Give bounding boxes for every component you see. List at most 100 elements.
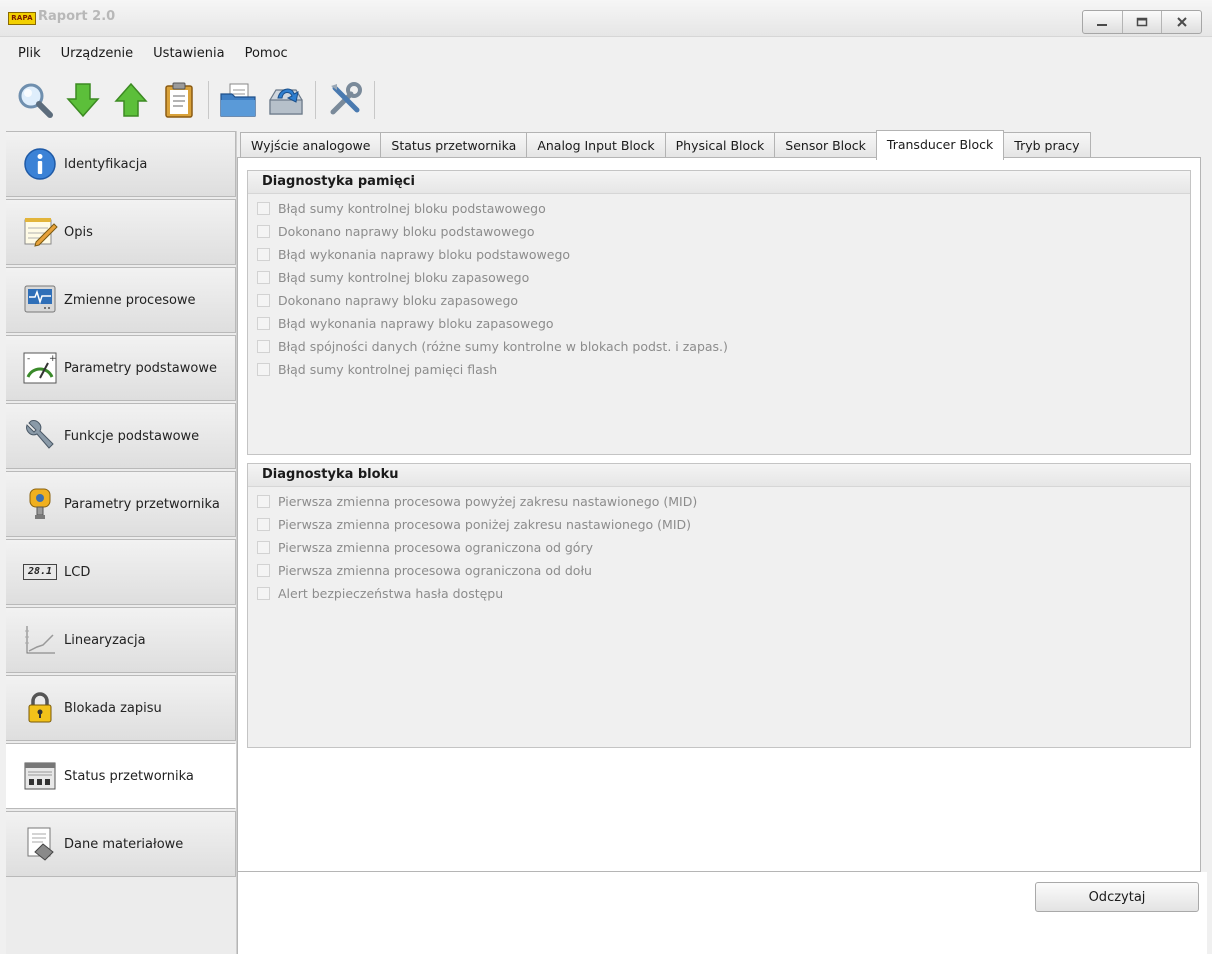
tab-sensor-block[interactable]: Sensor Block: [774, 132, 877, 158]
maximize-button[interactable]: [1123, 11, 1163, 33]
checkbox[interactable]: [257, 541, 270, 554]
sidebar-item-parametry-podstawowe[interactable]: - + Parametry podstawowe: [6, 335, 236, 401]
checkbox[interactable]: [257, 518, 270, 531]
checkbox-label: Alert bezpieczeństwa hasła dostępu: [278, 586, 504, 601]
group-title: Diagnostyka pamięci: [248, 171, 1190, 194]
checkbox-label: Błąd sumy kontrolnej pamięci flash: [278, 362, 498, 377]
memory-diag-item: Błąd wykonania naprawy bloku zapasowego: [248, 312, 1190, 335]
menu-urzadzenie[interactable]: Urządzenie: [61, 46, 134, 61]
title-bar: RAPA Raport 2.0: [0, 0, 1212, 37]
memory-diag-item: Błąd sumy kontrolnej bloku podstawowego: [248, 197, 1190, 220]
checkbox[interactable]: [257, 202, 270, 215]
sidebar-item-status-przetwornika[interactable]: Status przetwornika: [6, 743, 236, 809]
menu-pomoc[interactable]: Pomoc: [245, 46, 288, 61]
save-file-button[interactable]: [265, 79, 307, 121]
block-diag-item: Pierwsza zmienna procesowa ograniczona o…: [248, 559, 1190, 582]
tab-analog-input-block[interactable]: Analog Input Block: [526, 132, 666, 158]
checkbox-label: Błąd wykonania naprawy bloku podstawoweg…: [278, 247, 571, 262]
checkbox-label: Błąd sumy kontrolnej bloku podstawowego: [278, 201, 546, 216]
magnifier-icon: [18, 83, 53, 118]
tab-panel: Diagnostyka pamięci Błąd sumy kontrolnej…: [237, 157, 1201, 872]
toolbar-separator: [315, 81, 316, 119]
line-chart-icon: [22, 622, 58, 658]
sidebar-item-blokada-zapisu[interactable]: Blokada zapisu: [6, 675, 236, 741]
read-button[interactable]: Odczytaj: [1035, 882, 1199, 912]
checkbox-label: Dokonano naprawy bloku podstawowego: [278, 224, 535, 239]
checkbox-label: Błąd wykonania naprawy bloku zapasowego: [278, 316, 554, 331]
sidebar-item-label: Opis: [64, 224, 93, 240]
upload-button[interactable]: [110, 79, 152, 121]
svg-text:+: +: [49, 354, 57, 364]
tools-button[interactable]: [324, 79, 366, 121]
sidebar-item-label: Zmienne procesowe: [64, 292, 196, 308]
window-controls: [1082, 10, 1202, 34]
minimize-icon: [1097, 24, 1108, 26]
maximize-icon: [1136, 17, 1148, 27]
checkbox[interactable]: [257, 294, 270, 307]
checkbox[interactable]: [257, 363, 270, 376]
sidebar-item-label: Blokada zapisu: [64, 700, 162, 716]
clipboard-button[interactable]: [158, 79, 200, 121]
memory-diag-item: Błąd spójności danych (różne sumy kontro…: [248, 335, 1190, 358]
gauge-icon: - +: [22, 350, 58, 386]
menu-ustawienia[interactable]: Ustawienia: [153, 46, 224, 61]
checkbox-label: Pierwsza zmienna procesowa poniżej zakre…: [278, 517, 692, 532]
monitor-pulse-icon: [22, 282, 58, 318]
checkbox-label: Dokonano naprawy bloku zapasowego: [278, 293, 519, 308]
memory-diag-item: Błąd wykonania naprawy bloku podstawoweg…: [248, 243, 1190, 266]
sidebar-item-lcd[interactable]: 28.1 LCD: [6, 539, 236, 605]
sidebar-item-parametry-przetwornika[interactable]: Parametry przetwornika: [6, 471, 236, 537]
arrow-down-icon: [66, 83, 100, 118]
memory-diag-item: Dokonano naprawy bloku podstawowego: [248, 220, 1190, 243]
block-diag-item: Pierwsza zmienna procesowa powyżej zakre…: [248, 490, 1190, 513]
tab-wyjscie-analogowe[interactable]: Wyjście analogowe: [240, 132, 382, 158]
sidebar-item-opis[interactable]: Opis: [6, 199, 236, 265]
close-button[interactable]: [1162, 11, 1201, 33]
toolbar-separator: [208, 81, 209, 119]
info-icon: [22, 146, 58, 182]
block-diag-item: Alert bezpieczeństwa hasła dostępu: [248, 582, 1190, 605]
tab-transducer-block[interactable]: Transducer Block: [875, 130, 1005, 160]
checkbox[interactable]: [257, 225, 270, 238]
sidebar: Identyfikacja Opis Zmienne procesowe - + …: [6, 131, 237, 954]
checkbox[interactable]: [257, 340, 270, 353]
sidebar-item-linearyzacja[interactable]: Linearyzacja: [6, 607, 236, 673]
sidebar-item-label: Parametry przetwornika: [64, 496, 220, 512]
minimize-button[interactable]: [1083, 11, 1123, 33]
checkbox[interactable]: [257, 271, 270, 284]
menu-plik[interactable]: Plik: [18, 46, 41, 61]
status-panel-icon: [22, 758, 58, 794]
download-button[interactable]: [62, 79, 104, 121]
drive-arrow-icon: [269, 88, 303, 115]
block-diagnostics-group: Diagnostyka bloku Pierwsza zmienna proce…: [247, 463, 1191, 748]
open-file-button[interactable]: [217, 79, 259, 121]
memory-diagnostics-group: Diagnostyka pamięci Błąd sumy kontrolnej…: [247, 170, 1191, 455]
checkbox-label: Błąd sumy kontrolnej bloku zapasowego: [278, 270, 530, 285]
memory-diag-item: Błąd sumy kontrolnej pamięci flash: [248, 358, 1190, 381]
tab-bar: Wyjście analogowe Status przetwornika An…: [240, 130, 1091, 160]
sidebar-item-label: Status przetwornika: [64, 768, 194, 784]
transmitter-icon: [22, 486, 58, 522]
sidebar-item-zmienne-procesowe[interactable]: Zmienne procesowe: [6, 267, 236, 333]
tab-tryb-pracy[interactable]: Tryb pracy: [1003, 132, 1091, 158]
tab-status-przetwornika[interactable]: Status przetwornika: [380, 132, 528, 158]
checkbox[interactable]: [257, 317, 270, 330]
checkbox-label: Błąd spójności danych (różne sumy kontro…: [278, 339, 728, 354]
arrow-up-icon: [114, 82, 148, 117]
checkbox[interactable]: [257, 564, 270, 577]
window-title: Raport 2.0: [38, 9, 116, 24]
sidebar-item-funkcje-podstawowe[interactable]: Funkcje podstawowe: [6, 403, 236, 469]
toolbar: [14, 76, 377, 124]
sidebar-item-label: LCD: [64, 564, 91, 580]
tab-physical-block[interactable]: Physical Block: [664, 132, 776, 158]
search-device-button[interactable]: [14, 79, 56, 121]
sidebar-item-dane-materialowe[interactable]: Dane materiałowe: [6, 811, 236, 877]
block-diag-item: Pierwsza zmienna procesowa poniżej zakre…: [248, 513, 1190, 536]
group-title: Diagnostyka bloku: [248, 464, 1190, 487]
checkbox[interactable]: [257, 248, 270, 261]
checkbox[interactable]: [257, 495, 270, 508]
sidebar-item-label: Linearyzacja: [64, 632, 146, 648]
sidebar-item-identyfikacja[interactable]: Identyfikacja: [6, 131, 236, 197]
checkbox[interactable]: [257, 587, 270, 600]
padlock-icon: [22, 690, 58, 726]
